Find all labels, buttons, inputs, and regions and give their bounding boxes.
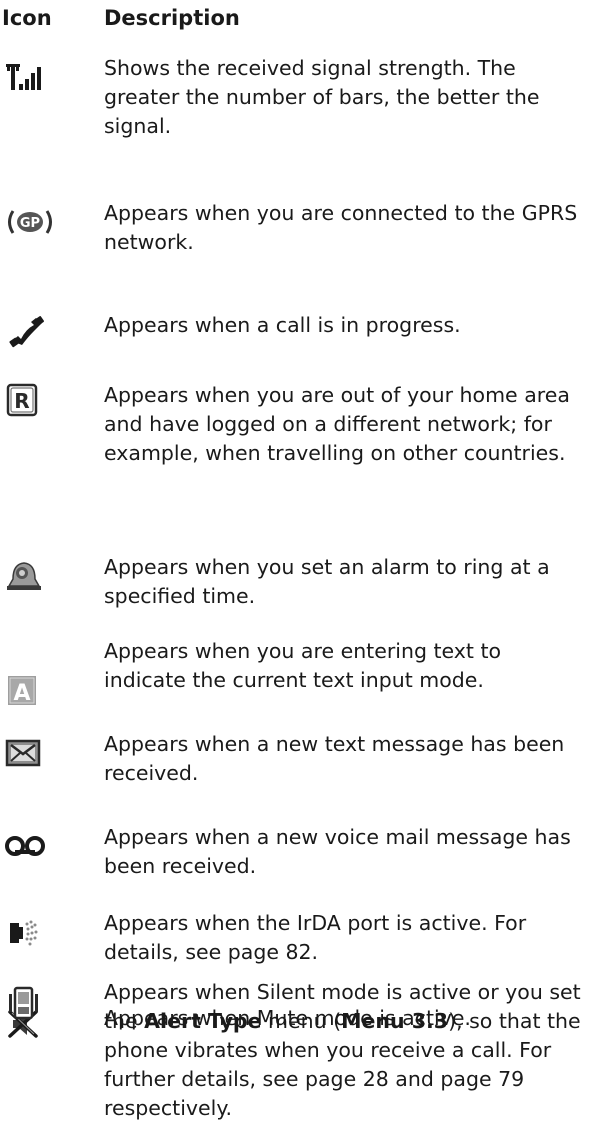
roaming-icon: R xyxy=(4,383,56,419)
description-text: Appears when you set an alarm to ring at… xyxy=(104,555,550,608)
call-in-progress-icon xyxy=(4,315,56,351)
description-column-header: Description xyxy=(104,6,240,30)
description-text: Shows the received signal strength. The … xyxy=(104,56,540,138)
description-text: Appears when you are entering text to in… xyxy=(104,639,502,692)
alarm-icon xyxy=(4,558,56,594)
description-text: Appears when Silent mode is active or yo… xyxy=(104,978,586,1123)
description-text: Appears when the IrDA port is active. Fo… xyxy=(104,911,527,964)
description-text: Appears when a new voice mail message ha… xyxy=(104,825,571,878)
text-input-mode-icon-text: A xyxy=(13,681,30,706)
roaming-icon-text: R xyxy=(14,389,29,413)
description-text: Appears when a call is in progress. xyxy=(104,313,461,337)
icon-column-header: Icon xyxy=(2,6,52,30)
gprs-icon-text: GP xyxy=(20,216,40,231)
irda-icon xyxy=(4,917,56,953)
description-text: Appears when you are out of your home ar… xyxy=(104,383,570,465)
alert-type-menu-name: Alert Type xyxy=(144,1009,262,1033)
new-message-icon xyxy=(4,738,56,774)
gprs-icon: GP xyxy=(4,207,56,243)
voice-mail-icon xyxy=(4,833,56,869)
table-header: Icon Description xyxy=(0,0,590,40)
silent-vibrate-icon xyxy=(4,986,56,1022)
text-input-mode-icon: A xyxy=(4,675,56,711)
text-part: menu ( xyxy=(261,1009,342,1033)
menu-number: Menu 3.3 xyxy=(341,1009,449,1033)
description-text: Appears when a new text message has been… xyxy=(104,732,565,785)
description-text: Appears when you are connected to the GP… xyxy=(104,201,578,254)
signal-strength-icon xyxy=(4,60,56,96)
